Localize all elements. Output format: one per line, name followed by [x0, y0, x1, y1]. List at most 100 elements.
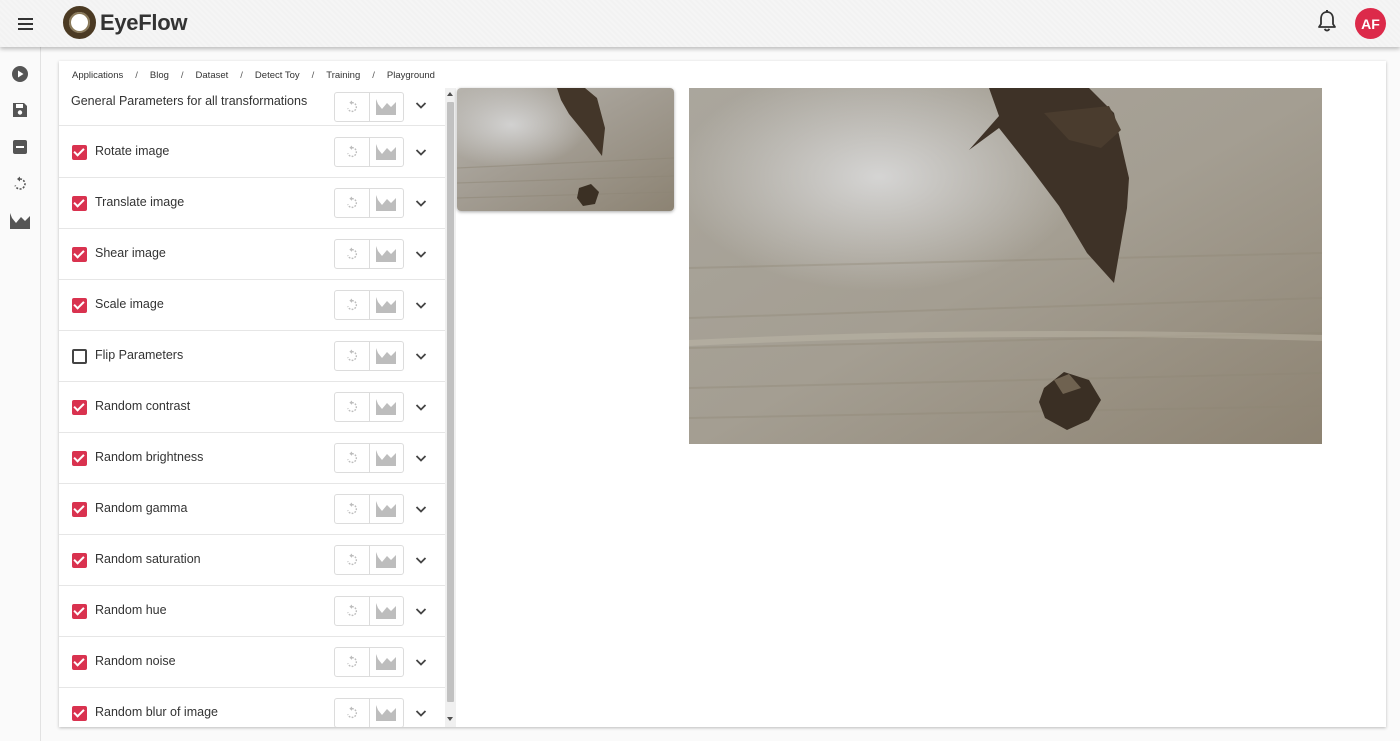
- augmented-thumbnail-image[interactable]: [457, 88, 674, 211]
- chevron-down-icon[interactable]: [413, 705, 429, 721]
- reset-parameters-button[interactable]: [335, 342, 369, 370]
- row-action-group: [334, 239, 404, 269]
- transformation-checkbox[interactable]: [72, 400, 87, 415]
- reset-parameters-button[interactable]: [335, 546, 369, 574]
- view-chart-button[interactable]: [368, 342, 404, 370]
- breadcrumb-playground[interactable]: Playground: [387, 70, 435, 81]
- general-parameters-row[interactable]: General Parameters for all transformatio…: [59, 88, 445, 126]
- reset-parameters-button[interactable]: [335, 699, 369, 727]
- chevron-down-icon[interactable]: [413, 450, 429, 466]
- transformation-row[interactable]: Flip Parameters: [59, 331, 445, 382]
- view-chart-button[interactable]: [368, 648, 404, 676]
- play-icon[interactable]: [9, 63, 31, 85]
- view-chart-button[interactable]: [368, 597, 404, 625]
- breadcrumb-separator: /: [180, 69, 184, 81]
- chevron-down-icon[interactable]: [413, 195, 429, 211]
- transformation-row[interactable]: Random blur of image: [59, 688, 445, 727]
- chevron-down-icon[interactable]: [413, 654, 429, 670]
- chevron-down-icon[interactable]: [413, 144, 429, 160]
- avatar[interactable]: AF: [1355, 8, 1386, 39]
- reset-parameters-button[interactable]: [335, 240, 369, 268]
- transformation-row[interactable]: Scale image: [59, 280, 445, 331]
- row-action-group: [334, 92, 404, 122]
- transformation-checkbox[interactable]: [72, 196, 87, 211]
- transformation-checkbox[interactable]: [72, 706, 87, 721]
- transformation-row[interactable]: Random saturation: [59, 535, 445, 586]
- transformation-row[interactable]: Random contrast: [59, 382, 445, 433]
- transformation-row[interactable]: Random brightness: [59, 433, 445, 484]
- chart-icon: [376, 705, 397, 721]
- list-scrollbar[interactable]: [445, 88, 456, 727]
- transformation-row[interactable]: Random noise: [59, 637, 445, 688]
- chevron-down-icon[interactable]: [413, 399, 429, 415]
- transformation-checkbox[interactable]: [72, 604, 87, 619]
- reset-parameters-button[interactable]: [335, 444, 369, 472]
- notifications-bell-icon[interactable]: [1316, 9, 1338, 33]
- chevron-down-icon[interactable]: [413, 603, 429, 619]
- reset-parameters-button[interactable]: [335, 648, 369, 676]
- transformation-checkbox[interactable]: [72, 145, 87, 160]
- reset-parameters-button[interactable]: [335, 291, 369, 319]
- transformation-checkbox[interactable]: [72, 451, 87, 466]
- transformation-checkbox[interactable]: [72, 247, 87, 262]
- chart-icon: [376, 297, 397, 313]
- scroll-up-arrow[interactable]: [447, 92, 453, 96]
- transformation-row[interactable]: Random hue: [59, 586, 445, 637]
- transformation-row[interactable]: Random gamma: [59, 484, 445, 535]
- view-chart-button[interactable]: [368, 93, 404, 121]
- breadcrumb-separator: /: [240, 69, 243, 81]
- view-chart-button[interactable]: [368, 546, 404, 574]
- view-chart-button[interactable]: [368, 138, 404, 166]
- transformation-row[interactable]: Translate image: [59, 178, 445, 229]
- transformation-checkbox[interactable]: [72, 553, 87, 568]
- transformation-checkbox[interactable]: [72, 349, 87, 364]
- reset-icon[interactable]: [9, 173, 31, 195]
- reset-icon: [346, 298, 357, 311]
- row-action-group: [334, 545, 404, 575]
- chart-icon: [376, 399, 397, 415]
- breadcrumb-applications[interactable]: Applications: [72, 70, 123, 81]
- chevron-down-icon[interactable]: [413, 297, 429, 313]
- transformation-checkbox[interactable]: [72, 298, 87, 313]
- app-logo[interactable]: EyeFlow: [63, 6, 187, 39]
- chevron-down-icon[interactable]: [413, 552, 429, 568]
- scroll-down-arrow[interactable]: [447, 717, 453, 721]
- breadcrumb-dataset[interactable]: Dataset: [196, 70, 229, 81]
- transformation-checkbox[interactable]: [72, 655, 87, 670]
- transformation-row[interactable]: Rotate image: [59, 127, 445, 178]
- minus-box-icon[interactable]: [9, 136, 31, 158]
- view-chart-button[interactable]: [368, 393, 404, 421]
- reset-parameters-button[interactable]: [335, 93, 369, 121]
- view-chart-button[interactable]: [368, 240, 404, 268]
- menu-icon[interactable]: [14, 12, 38, 36]
- reset-parameters-button[interactable]: [335, 189, 369, 217]
- view-chart-button[interactable]: [368, 291, 404, 319]
- reset-icon: [346, 604, 357, 617]
- breadcrumb-training[interactable]: Training: [326, 70, 360, 81]
- chart-icon[interactable]: [9, 210, 31, 232]
- chevron-down-icon[interactable]: [413, 348, 429, 364]
- save-icon[interactable]: [9, 99, 31, 121]
- view-chart-button[interactable]: [368, 495, 404, 523]
- row-action-group: [334, 443, 404, 473]
- reset-parameters-button[interactable]: [335, 393, 369, 421]
- general-parameters-label: General Parameters for all transformatio…: [71, 94, 308, 108]
- scroll-thumb[interactable]: [447, 102, 454, 702]
- transformation-row[interactable]: Shear image: [59, 229, 445, 280]
- transformation-checkbox[interactable]: [72, 502, 87, 517]
- playground-card: Applications / Blog / Dataset / Detect T…: [59, 61, 1386, 727]
- chevron-down-icon[interactable]: [413, 501, 429, 517]
- breadcrumb-blog[interactable]: Blog: [150, 70, 169, 81]
- transformation-label: Translate image: [95, 195, 185, 209]
- view-chart-button[interactable]: [368, 189, 404, 217]
- chevron-down-icon[interactable]: [413, 246, 429, 262]
- row-action-group: [334, 698, 404, 727]
- reset-parameters-button[interactable]: [335, 597, 369, 625]
- reset-parameters-button[interactable]: [335, 495, 369, 523]
- chart-icon: [376, 501, 397, 517]
- chevron-down-icon[interactable]: [413, 97, 429, 113]
- view-chart-button[interactable]: [368, 699, 404, 727]
- breadcrumb-detect-toy[interactable]: Detect Toy: [255, 70, 300, 81]
- reset-parameters-button[interactable]: [335, 138, 369, 166]
- view-chart-button[interactable]: [368, 444, 404, 472]
